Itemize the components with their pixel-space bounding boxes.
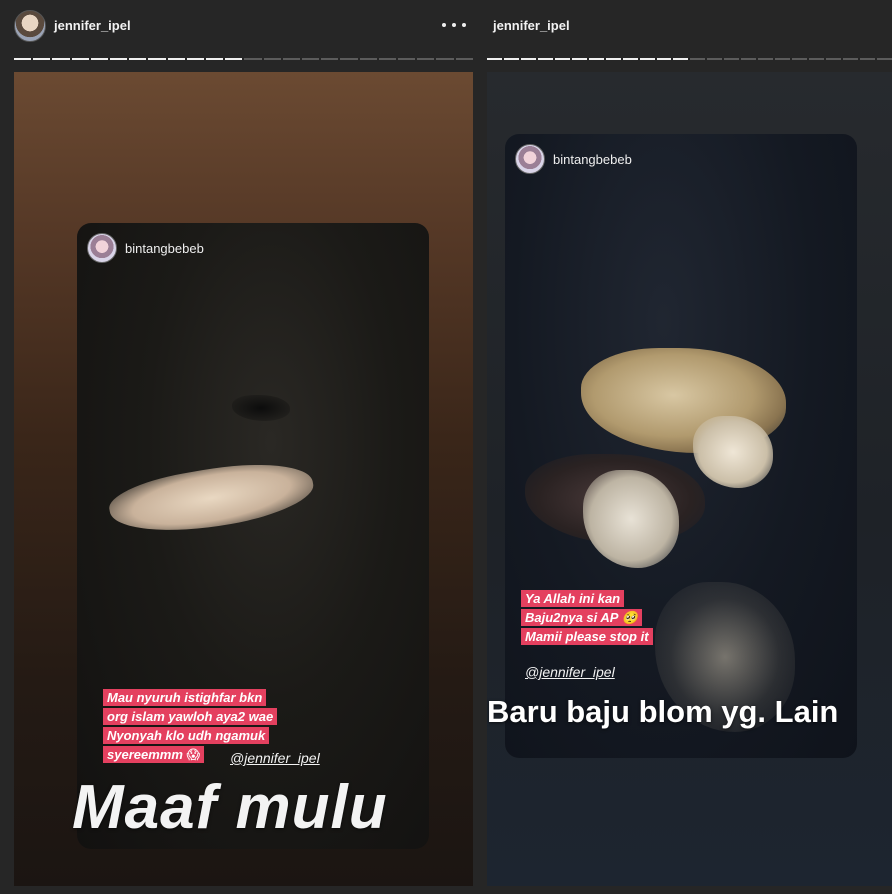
progress-segment — [244, 58, 262, 60]
progress-segment — [398, 58, 416, 60]
overlay-text: Maaf mulu — [72, 773, 388, 842]
progress-segment — [588, 58, 604, 60]
reposted-story-card[interactable]: bintangbebeb Ya Allah ini kan Baju2nya s… — [505, 134, 857, 758]
caption-line: Nyonyah klo udh ngamuk — [103, 727, 270, 744]
progress-segment — [605, 58, 621, 60]
progress-segment — [503, 58, 519, 60]
progress-segment — [673, 58, 689, 60]
progress-segment — [622, 58, 638, 60]
clothing-image — [105, 451, 318, 545]
more-options-icon[interactable] — [442, 16, 466, 34]
clothing-image — [693, 416, 773, 488]
caption-line: Ya Allah ini kan — [521, 590, 625, 607]
progress-segment — [186, 58, 205, 60]
progress-segment — [33, 58, 51, 60]
caption: Ya Allah ini kan Baju2nya si AP 🥺 Mamii … — [521, 590, 653, 645]
reposted-story-card[interactable]: bintangbebeb Mau nyuruh istighfar bkn or… — [77, 223, 429, 849]
progress-segment — [455, 58, 473, 60]
progress-segment — [487, 58, 502, 60]
avatar[interactable] — [14, 10, 46, 42]
progress-segment — [206, 58, 224, 60]
story-panel-right: jennifer_ipel bintangbebeb Ya Allah ini … — [480, 0, 892, 894]
clothing-image — [583, 470, 679, 568]
progress-segment — [520, 58, 536, 60]
progress-segment — [792, 58, 808, 60]
progress-segment — [321, 58, 339, 60]
progress-segment — [129, 58, 147, 60]
story-username[interactable]: jennifer_ipel — [493, 18, 570, 33]
progress-segment — [359, 58, 377, 60]
progress-segment — [302, 58, 320, 60]
progress-segment — [707, 58, 723, 60]
story-progress-bar — [14, 58, 473, 61]
story-header: jennifer_ipel — [480, 0, 892, 52]
progress-segment — [859, 58, 875, 60]
progress-segment — [90, 58, 109, 60]
avatar[interactable] — [87, 233, 117, 263]
progress-segment — [775, 58, 791, 60]
story-progress-bar — [487, 58, 892, 61]
progress-segment — [876, 58, 892, 60]
progress-segment — [225, 58, 243, 60]
caption-line: syereemmm 😱 — [103, 746, 205, 763]
progress-segment — [282, 58, 301, 60]
progress-segment — [639, 58, 655, 60]
overlay-text: Baru baju blom yg. Lain — [487, 694, 839, 729]
mention-link[interactable]: @jennifer_ipel — [525, 664, 615, 680]
caption-line: Baju2nya si AP 🥺 — [521, 609, 642, 626]
progress-segment — [378, 58, 397, 60]
story-username[interactable]: jennifer_ipel — [54, 18, 131, 33]
story-header: jennifer_ipel — [0, 0, 480, 52]
progress-segment — [148, 58, 166, 60]
reposted-username[interactable]: bintangbebeb — [553, 152, 632, 167]
progress-segment — [826, 58, 842, 60]
progress-segment — [263, 58, 281, 60]
progress-segment — [809, 58, 825, 60]
shadow-image — [232, 395, 290, 421]
progress-segment — [571, 58, 587, 60]
caption-line: org islam yawloh aya2 wae — [103, 708, 278, 725]
progress-segment — [741, 58, 757, 60]
caption-line: Mau nyuruh istighfar bkn — [103, 689, 267, 706]
reposted-username[interactable]: bintangbebeb — [125, 241, 204, 256]
progress-segment — [758, 58, 774, 60]
progress-segment — [436, 58, 454, 60]
progress-segment — [110, 58, 128, 60]
story-panel-left: jennifer_ipel bintangbebeb Mau nyuruh is… — [0, 0, 480, 894]
progress-segment — [167, 58, 185, 60]
progress-segment — [52, 58, 70, 60]
progress-segment — [724, 58, 740, 60]
progress-segment — [14, 58, 32, 60]
avatar[interactable] — [515, 144, 545, 174]
progress-segment — [843, 58, 858, 60]
progress-segment — [537, 58, 553, 60]
progress-segment — [554, 58, 570, 60]
progress-segment — [690, 58, 706, 60]
story-content[interactable]: bintangbebeb Ya Allah ini kan Baju2nya s… — [487, 72, 892, 886]
progress-segment — [417, 58, 435, 60]
story-content[interactable]: bintangbebeb Mau nyuruh istighfar bkn or… — [14, 72, 473, 886]
progress-segment — [71, 58, 89, 60]
progress-segment — [656, 58, 672, 60]
progress-segment — [340, 58, 358, 60]
caption-line: Mamii please stop it — [521, 628, 653, 645]
mention-link[interactable]: @jennifer_ipel — [230, 750, 320, 766]
